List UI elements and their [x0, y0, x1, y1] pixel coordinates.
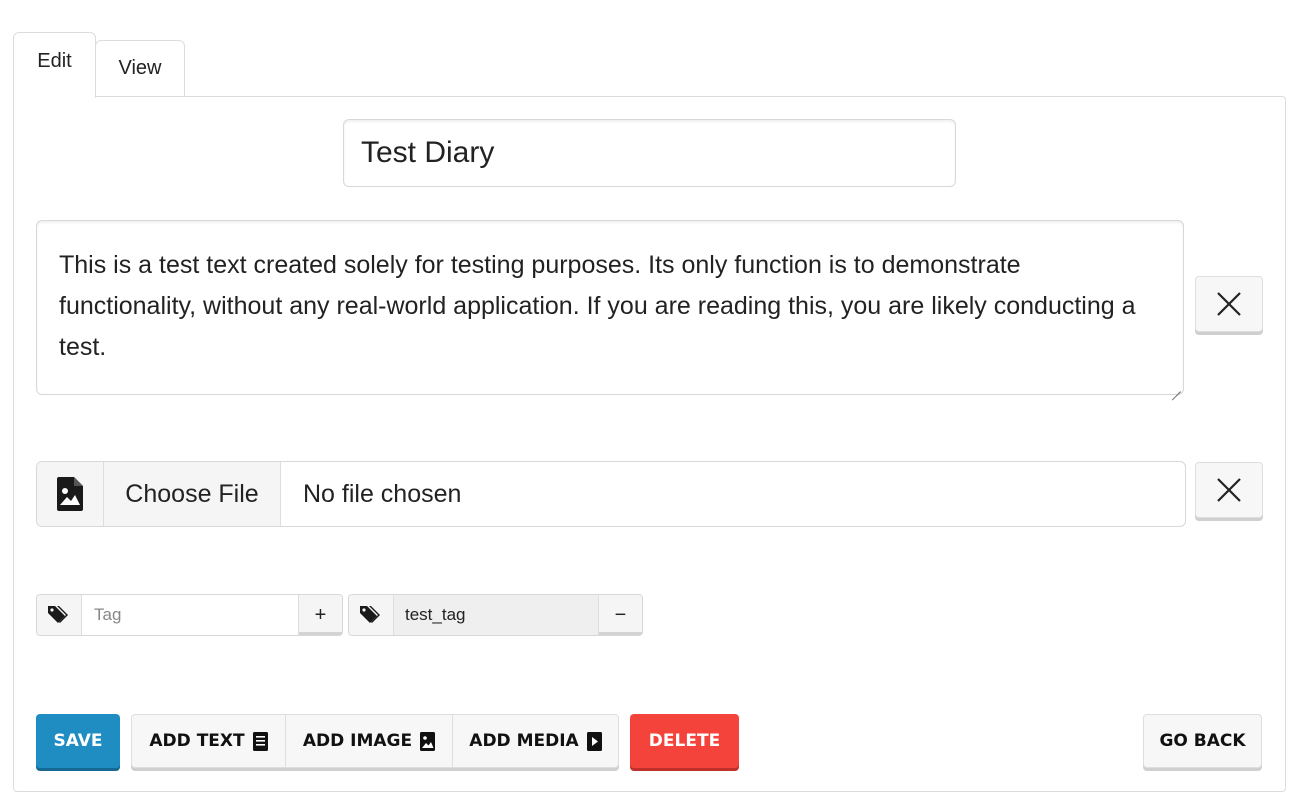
remove-tag-button[interactable]: − [598, 595, 642, 635]
play-icon [586, 731, 602, 751]
document-icon [252, 731, 268, 751]
new-tag-group: Tag + [36, 594, 343, 636]
image-icon [420, 731, 436, 751]
add-media-label: ADD MEDIA [469, 731, 579, 751]
tag-icon [48, 606, 68, 623]
add-media-button[interactable]: ADD MEDIA [453, 715, 618, 767]
tag-value: test_tag [394, 595, 598, 635]
add-content-button-group: ADD TEXT ADD IMAGE ADD MEDIA [131, 714, 619, 768]
image-file-icon [57, 477, 83, 511]
existing-tag-group: test_tag − [348, 594, 643, 636]
resize-handle-icon[interactable] [1171, 382, 1181, 392]
add-text-label: ADD TEXT [149, 731, 245, 751]
file-status-text: No file chosen [303, 479, 462, 508]
diary-title-input[interactable]: Test Diary [343, 119, 956, 187]
close-icon [1217, 292, 1241, 316]
delete-button[interactable]: DELETE [630, 714, 739, 768]
tag-icon-box [349, 595, 394, 635]
add-text-button[interactable]: ADD TEXT [132, 715, 286, 767]
file-input-group: Choose File No file chosen [36, 461, 1186, 527]
tab-view[interactable]: View [95, 40, 185, 97]
diary-text-content: This is a test text created solely for t… [59, 251, 1136, 361]
tab-edit[interactable]: Edit [13, 32, 96, 98]
save-button[interactable]: SAVE [36, 714, 120, 768]
add-image-button[interactable]: ADD IMAGE [286, 715, 453, 767]
edit-panel [13, 96, 1286, 792]
choose-file-button[interactable]: Choose File [104, 462, 281, 526]
tag-icon-box [37, 595, 82, 635]
diary-text-area[interactable]: This is a test text created solely for t… [36, 220, 1184, 395]
file-icon-box [37, 462, 104, 526]
remove-file-button[interactable] [1195, 462, 1263, 518]
tag-icon [360, 606, 380, 623]
go-back-button[interactable]: GO BACK [1143, 714, 1262, 768]
close-icon [1217, 478, 1241, 502]
tag-input[interactable]: Tag [82, 595, 298, 635]
remove-text-button[interactable] [1195, 276, 1263, 332]
add-image-label: ADD IMAGE [302, 731, 413, 751]
add-tag-button[interactable]: + [298, 595, 342, 635]
